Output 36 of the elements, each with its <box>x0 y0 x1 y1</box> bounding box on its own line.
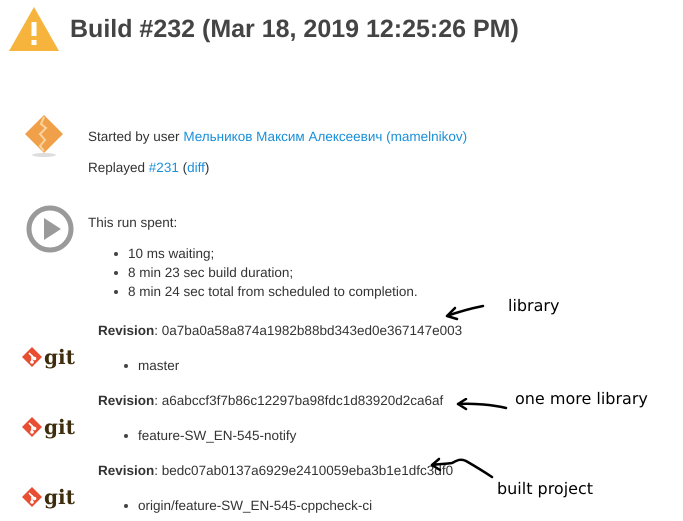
branch-name: master <box>138 357 180 375</box>
git-icon <box>22 417 42 437</box>
bullet-icon <box>124 364 128 368</box>
cause-text: Started by user Мельников Максим Алексеевич (mamelnikov) <box>88 129 468 144</box>
branch-name: feature-SW_EN-545-notify <box>138 427 296 445</box>
link[interactable]: diff <box>187 160 205 175</box>
annotation-text: library <box>508 296 560 315</box>
link[interactable]: #231 <box>148 160 179 175</box>
git-icon <box>22 347 42 367</box>
annotation-text: one more library <box>515 389 648 408</box>
logo-text: git <box>44 347 75 367</box>
revision-text: Revision: a6abccf3f7b86c12297ba98fdc1d83920d2ca6af <box>98 393 444 408</box>
page-title: Build #232 (Mar 18, 2019 12:25:26 PM) <box>70 14 519 44</box>
bullet-icon <box>114 290 118 294</box>
link[interactable]: Мельников Максим Алексеевич (mamelnikov) <box>183 129 468 144</box>
bullet-icon <box>124 504 128 508</box>
annotation-text: built project <box>497 479 594 498</box>
timing-item: 8 min 23 sec build duration; <box>128 264 294 282</box>
warning-icon <box>8 5 60 53</box>
cause-text: Replayed #231 (diff) <box>88 160 210 175</box>
git-icon <box>22 487 42 507</box>
bullet-icon <box>114 252 118 256</box>
bullet-icon <box>114 270 118 274</box>
diamond-icon <box>24 114 64 158</box>
timing-item: 8 min 24 sec total from scheduled to completion. <box>128 283 418 301</box>
arrow <box>443 302 487 322</box>
bullet-icon <box>124 434 128 438</box>
timing-title: This run spent: <box>88 215 178 230</box>
revision-text: Revision: bedc07ab0137a6929e2410059eba3b1e1dfc3df0 <box>98 463 454 478</box>
logo-text: git <box>44 487 75 507</box>
logo-text: git <box>44 417 75 437</box>
branch-name: origin/feature-SW_EN-545-cppcheck-ci <box>138 497 372 515</box>
arrow <box>454 398 510 412</box>
revision-text: Revision: 0a7ba0a58a874a1982b88bd343ed0e367147e003 <box>98 323 462 338</box>
play-icon <box>26 205 74 253</box>
timing-item: 10 ms waiting; <box>128 245 214 263</box>
